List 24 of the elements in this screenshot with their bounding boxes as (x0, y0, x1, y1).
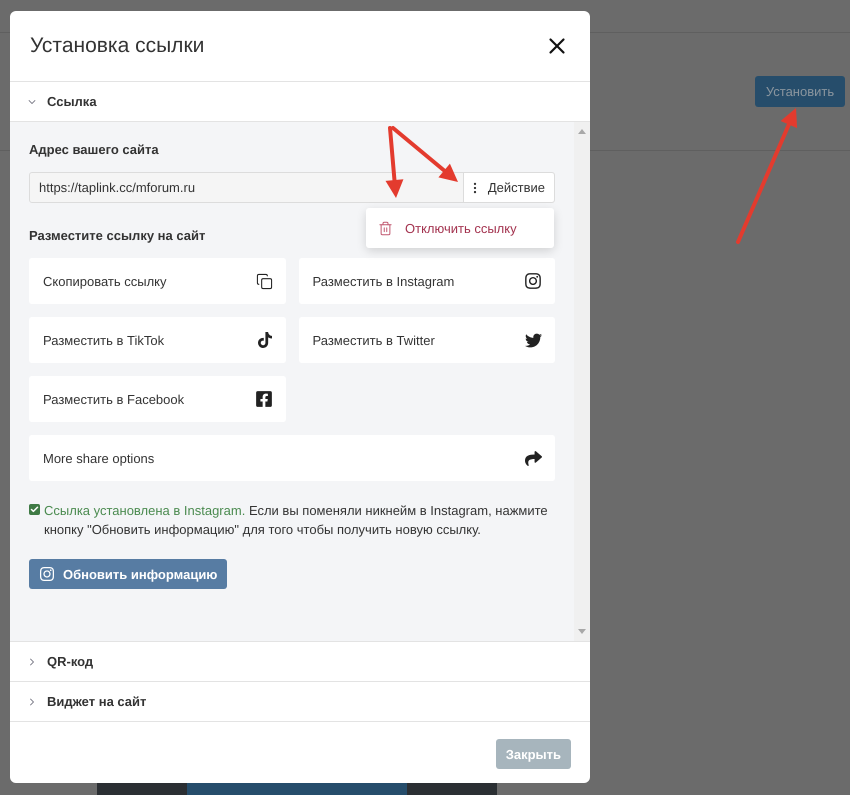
share-option[interactable]: Разместить в Instagram (298, 258, 555, 304)
share-option[interactable]: More share options (29, 435, 555, 481)
section-label: Разместите ссылку на сайт (29, 228, 206, 243)
share-option[interactable]: Скопировать ссылку (29, 258, 286, 304)
instagram-icon (524, 272, 542, 290)
notice-text: Ссылка установлена в Instagram. Если вы поменяли никнейм в Instagram, нажмите кнопку "Обновить информацию" для того чтобы получить новую ссылку. (44, 502, 549, 539)
scrollbar[interactable] (574, 122, 590, 641)
action-button[interactable]: Действие (462, 173, 554, 202)
site-address-field[interactable]: https://taplink.cc/mforum.ru Действие (29, 172, 555, 203)
copy-icon (256, 272, 272, 290)
share-option[interactable]: Разместить в Facebook (29, 376, 286, 422)
twitter-icon (525, 332, 542, 348)
field-label: Адрес вашего сайта (29, 142, 159, 157)
instagram-icon (39, 566, 55, 582)
tiktok-icon (256, 332, 272, 348)
refresh-button[interactable]: Обновить информацию (29, 559, 228, 589)
share-option[interactable]: Разместить в TikTok (29, 317, 286, 363)
facebook-icon (254, 390, 272, 408)
share-option[interactable]: Разместить в Twitter (298, 317, 555, 363)
menu-item[interactable]: Отключить ссылку (366, 213, 554, 243)
trash-icon (378, 220, 393, 236)
checkbox[interactable] (29, 504, 40, 515)
share-arrow-icon (525, 450, 542, 466)
dialog-title: Установка ссылки (30, 34, 204, 58)
